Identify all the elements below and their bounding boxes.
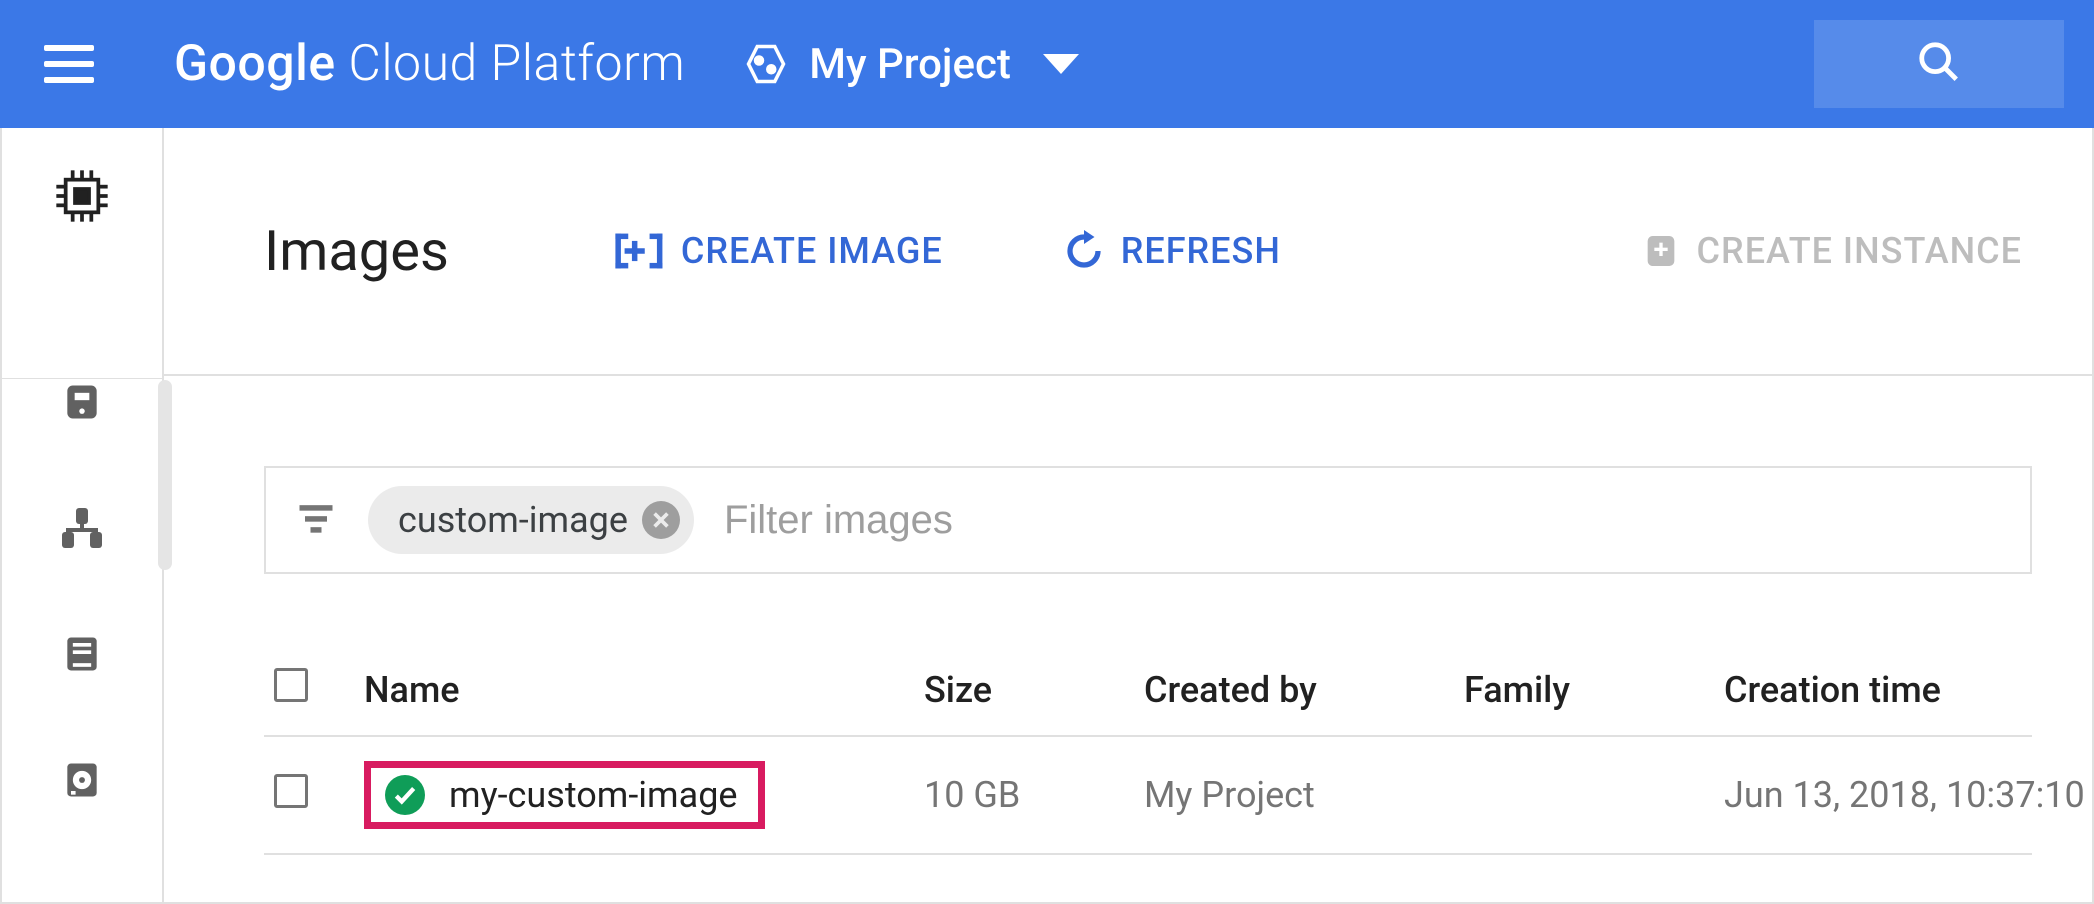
cell-family	[1454, 736, 1714, 854]
project-picker[interactable]: My Project	[745, 40, 1079, 89]
brand-word-google: Google	[174, 35, 336, 93]
cell-created-by: My Project	[1134, 736, 1454, 854]
brand-title: Google Cloud Platform	[174, 35, 685, 93]
top-app-bar: Google Cloud Platform My Project	[0, 0, 2094, 128]
column-header-created-by[interactable]: Created by	[1134, 644, 1454, 736]
refresh-button[interactable]: REFRESH	[1063, 230, 1281, 272]
page-title: Images	[264, 218, 449, 284]
table-header-row: Name Size Created by Family Creation tim…	[264, 644, 2032, 736]
compute-engine-section-icon[interactable]	[54, 168, 110, 224]
column-header-creation-time[interactable]: Creation time	[1714, 644, 2032, 736]
page-toolbar: Images CREATE IMAGE	[164, 128, 2092, 376]
sidebar-item-instance-groups-icon[interactable]	[54, 500, 110, 556]
images-table-wrap: Name Size Created by Family Creation tim…	[164, 574, 2092, 855]
filter-icon	[294, 496, 338, 544]
left-sidebar	[2, 128, 164, 902]
filter-chip-label: custom-image	[398, 499, 628, 541]
sidebar-item-templates-icon[interactable]	[54, 626, 110, 682]
row-checkbox[interactable]	[274, 774, 308, 808]
hamburger-menu-icon[interactable]	[44, 39, 94, 89]
filter-chip[interactable]: custom-image	[368, 486, 694, 554]
image-name[interactable]: my-custom-image	[449, 774, 738, 816]
filter-box[interactable]: custom-image	[264, 466, 2032, 574]
select-all-checkbox[interactable]	[274, 668, 308, 702]
brand-rest: Cloud Platform	[336, 35, 686, 93]
create-instance-button: CREATE INSTANCE	[1641, 230, 2022, 272]
create-image-icon	[609, 229, 665, 273]
create-image-label: CREATE IMAGE	[681, 230, 943, 272]
status-ready-icon	[385, 775, 425, 815]
create-image-button[interactable]: CREATE IMAGE	[609, 229, 943, 273]
images-table: Name Size Created by Family Creation tim…	[264, 644, 2032, 855]
project-hex-icon	[745, 43, 787, 85]
refresh-icon	[1063, 230, 1105, 272]
filter-area: custom-image	[164, 376, 2092, 574]
search-icon	[1916, 39, 1962, 89]
sidebar-item-disks-icon[interactable]	[54, 752, 110, 808]
highlight-annotation: my-custom-image	[364, 761, 765, 829]
column-header-family[interactable]: Family	[1454, 644, 1714, 736]
search-button[interactable]	[1814, 20, 2064, 108]
sidebar-item-vm-instances-icon[interactable]	[54, 374, 110, 430]
project-name: My Project	[809, 40, 1011, 89]
refresh-label: REFRESH	[1121, 230, 1281, 272]
filter-chip-remove-icon[interactable]	[642, 501, 680, 539]
create-instance-icon	[1641, 231, 1681, 271]
sidebar-divider	[2, 378, 162, 379]
create-instance-label: CREATE INSTANCE	[1697, 230, 2022, 272]
main-content: Images CREATE IMAGE	[164, 128, 2092, 902]
cell-creation-time: Jun 13, 2018, 10:37:10 AM	[1714, 736, 2032, 854]
column-header-name[interactable]: Name	[354, 644, 914, 736]
cell-size: 10 GB	[914, 736, 1134, 854]
filter-input[interactable]	[724, 498, 2002, 543]
table-row[interactable]: my-custom-image 10 GB My Project Jun 13,…	[264, 736, 2032, 854]
content-frame: Images CREATE IMAGE	[0, 128, 2094, 904]
chevron-down-icon	[1043, 54, 1079, 74]
column-header-size[interactable]: Size	[914, 644, 1134, 736]
